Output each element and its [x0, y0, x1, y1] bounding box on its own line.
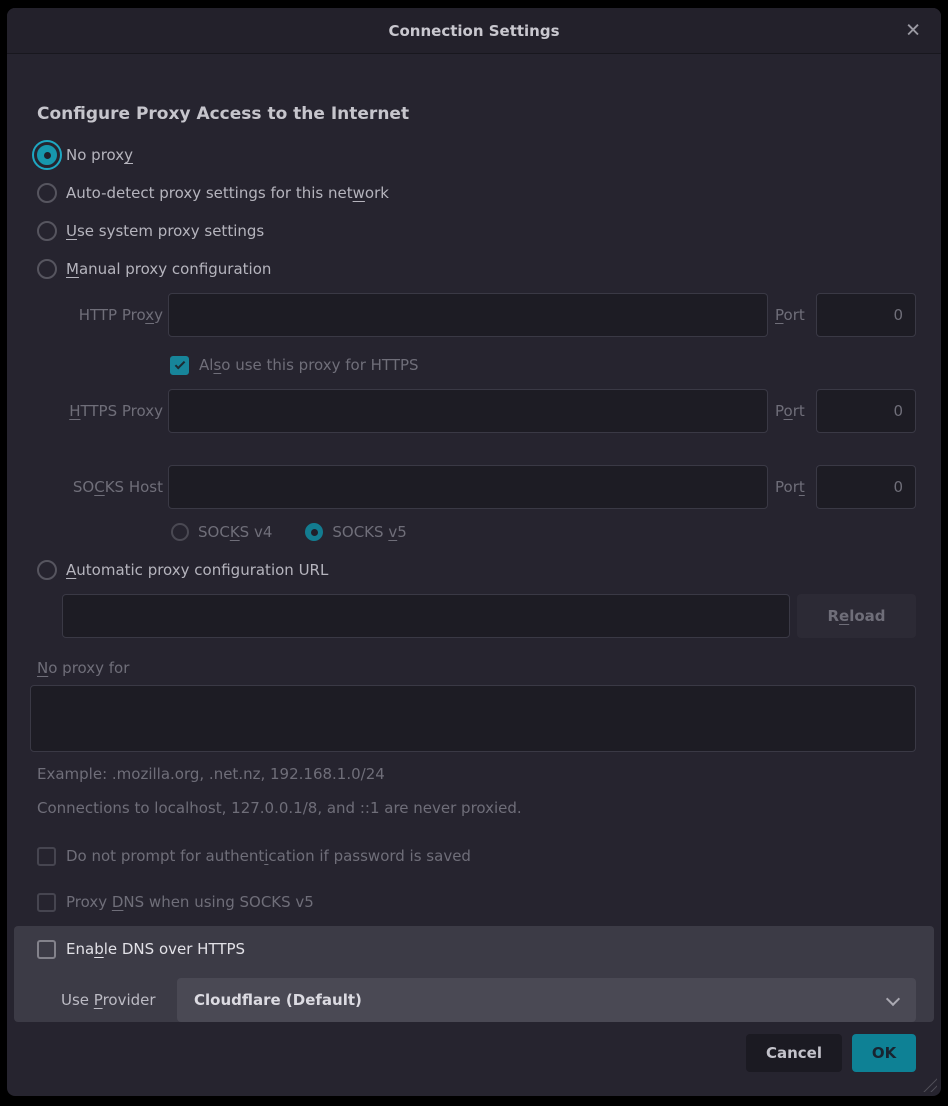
auto-config-url-row: Reload: [62, 594, 916, 638]
radio-row-auto-detect[interactable]: Auto-detect proxy settings for this netw…: [37, 178, 909, 208]
page-title: Configure Proxy Access to the Internet: [37, 104, 909, 124]
dialog-content: Configure Proxy Access to the Internet N…: [7, 104, 941, 1072]
also-https-label: Also use this proxy for HTTPS: [199, 356, 419, 374]
socks-v5-label: SOCKS v5: [332, 523, 406, 541]
http-proxy-row: HTTP Proxy Port: [30, 293, 916, 337]
cancel-button[interactable]: Cancel: [746, 1034, 842, 1072]
radio-row-no-proxy[interactable]: No proxy: [37, 140, 909, 170]
radio-label-no-proxy: No proxy: [66, 146, 133, 164]
use-provider-label: Use Provider: [61, 991, 177, 1009]
dialog-footer: Cancel OK: [30, 1034, 916, 1072]
also-https-row[interactable]: Also use this proxy for HTTPS: [170, 354, 916, 376]
radio-auto-url[interactable]: [37, 560, 57, 580]
radio-manual[interactable]: [37, 259, 57, 279]
http-port-label: Port: [775, 306, 808, 324]
http-proxy-label: HTTP Proxy: [30, 306, 168, 324]
dns-over-https-section: Enable DNS over HTTPS Use Provider Cloud…: [14, 926, 934, 1022]
radio-dot: [44, 152, 51, 159]
auto-config-url-input[interactable]: [62, 594, 790, 638]
doh-provider-value: Cloudflare (Default): [194, 991, 362, 1009]
dialog-title: Connection Settings: [388, 22, 559, 40]
http-proxy-input[interactable]: [168, 293, 768, 337]
radio-row-manual[interactable]: Manual proxy configuration: [37, 254, 909, 284]
radio-label-auto-url: Automatic proxy configuration URL: [66, 561, 328, 579]
https-port-input[interactable]: [816, 389, 916, 433]
checkbox-enable-doh[interactable]: [37, 940, 56, 959]
doh-provider-dropdown[interactable]: Cloudflare (Default): [177, 978, 916, 1022]
radio-row-auto-url[interactable]: Automatic proxy configuration URL: [37, 558, 909, 582]
socks-host-input[interactable]: [168, 465, 768, 509]
socks-version-row: SOCKS v4 SOCKS v5: [171, 521, 916, 543]
proxy-dns-label: Proxy DNS when using SOCKS v5: [66, 893, 314, 911]
chevron-down-icon: [886, 992, 900, 1006]
https-proxy-row: HTTPS Proxy Port: [30, 389, 916, 433]
radio-socks-v4[interactable]: [171, 523, 189, 541]
never-proxied-note: Connections to localhost, 127.0.0.1/8, a…: [37, 797, 909, 819]
checkbox-no-prompt-auth[interactable]: [37, 847, 56, 866]
radio-label-manual: Manual proxy configuration: [66, 260, 271, 278]
checkbox-proxy-dns[interactable]: [37, 893, 56, 912]
radio-dot: [311, 529, 318, 536]
radio-row-use-system[interactable]: Use system proxy settings: [37, 216, 909, 246]
enable-doh-row[interactable]: Enable DNS over HTTPS: [37, 937, 909, 961]
checkbox-also-https[interactable]: [170, 356, 189, 375]
doh-provider-row: Use Provider Cloudflare (Default): [30, 978, 916, 1022]
socks-v4-label: SOCKS v4: [198, 523, 272, 541]
https-proxy-input[interactable]: [168, 389, 768, 433]
radio-use-system[interactable]: [37, 221, 57, 241]
https-port-label: Port: [775, 402, 808, 420]
proxy-dns-row[interactable]: Proxy DNS when using SOCKS v5: [37, 890, 909, 914]
radio-label-auto-detect: Auto-detect proxy settings for this netw…: [66, 184, 389, 202]
socks-port-input[interactable]: [816, 465, 916, 509]
no-proxy-for-label: No proxy for: [37, 659, 909, 677]
http-port-input[interactable]: [816, 293, 916, 337]
no-prompt-auth-row[interactable]: Do not prompt for authentication if pass…: [37, 844, 909, 868]
radio-no-proxy[interactable]: [37, 145, 57, 165]
no-proxy-example-text: Example: .mozilla.org, .net.nz, 192.168.…: [37, 763, 909, 785]
socks-port-label: Port: [775, 478, 808, 496]
radio-auto-detect[interactable]: [37, 183, 57, 203]
dialog-titlebar: Connection Settings ✕: [7, 8, 941, 54]
ok-button[interactable]: OK: [852, 1034, 916, 1072]
radio-socks-v5[interactable]: [305, 523, 323, 541]
close-icon[interactable]: ✕: [901, 17, 925, 44]
enable-doh-label: Enable DNS over HTTPS: [66, 940, 245, 958]
radio-label-use-system: Use system proxy settings: [66, 222, 264, 240]
reload-button[interactable]: Reload: [797, 594, 916, 638]
connection-settings-dialog: Connection Settings ✕ Configure Proxy Ac…: [7, 8, 941, 1096]
socks-host-label: SOCKS Host: [30, 478, 168, 496]
checkmark-icon: [174, 358, 185, 369]
https-proxy-label: HTTPS Proxy: [30, 402, 168, 420]
resize-grip[interactable]: [923, 1078, 937, 1092]
no-proxy-for-input[interactable]: [30, 685, 916, 752]
socks-host-row: SOCKS Host Port: [30, 465, 916, 509]
no-prompt-auth-label: Do not prompt for authentication if pass…: [66, 847, 471, 865]
